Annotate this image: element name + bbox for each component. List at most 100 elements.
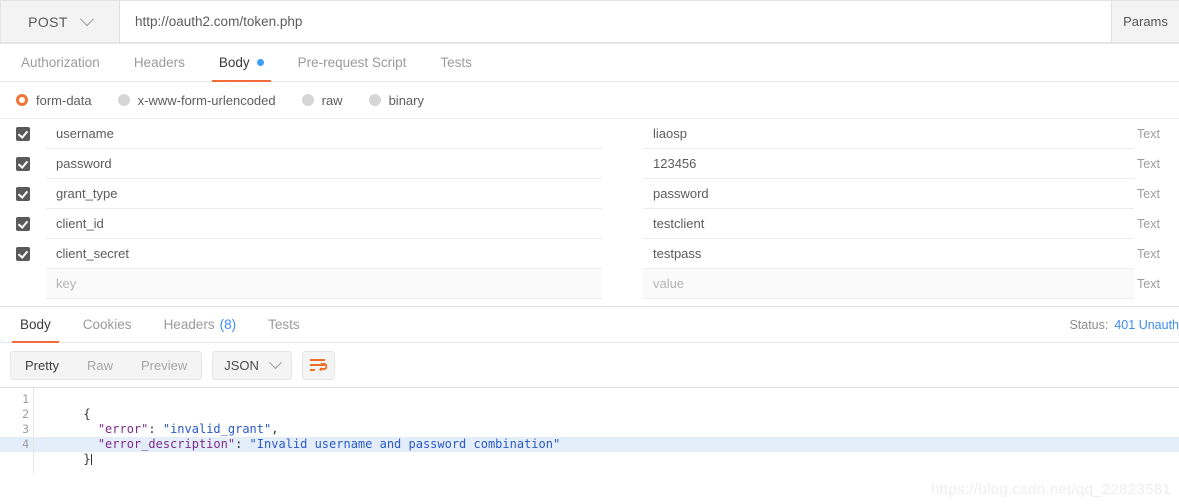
url-input[interactable]: http://oauth2.com/token.php [120, 0, 1111, 43]
row-value-input[interactable]: password [643, 179, 1134, 209]
column-gap [602, 179, 643, 209]
column-gap [602, 239, 643, 269]
row-type-label[interactable]: Text [1134, 239, 1179, 269]
url-bar: POST http://oauth2.com/token.php Params [0, 0, 1179, 44]
new-row-type-label[interactable]: Text [1134, 269, 1179, 299]
form-data-table: username liaosp Text password 123456 Tex… [0, 118, 1179, 299]
row-type-label[interactable]: Text [1134, 179, 1179, 209]
row-key-input[interactable]: client_id [46, 209, 602, 239]
row-key-input[interactable]: grant_type [46, 179, 602, 209]
table-row-new: key value Text [0, 269, 1179, 299]
tab-authorization[interactable]: Authorization [4, 44, 117, 81]
tab-tests[interactable]: Tests [423, 44, 489, 81]
code-token: { [83, 407, 91, 421]
tab-pre-request-script[interactable]: Pre-request Script [281, 44, 424, 81]
code-line: "error": "invalid_grant", [34, 407, 1179, 436]
radio-raw[interactable]: raw [301, 92, 343, 108]
response-tab-headers[interactable]: Headers (8) [148, 307, 253, 342]
row-key-input[interactable]: client_secret [46, 239, 602, 269]
line-number-text: 2 [22, 407, 29, 421]
column-gap [602, 209, 643, 239]
line-number: 3 [0, 422, 33, 437]
row-enable-checkbox[interactable] [0, 209, 46, 239]
response-tab-cookies[interactable]: Cookies [67, 307, 148, 342]
view-mode-segmented-control: Pretty Raw Preview [10, 350, 203, 380]
tab-body-label: Body [218, 55, 250, 70]
status-value: 401 Unauth [1114, 317, 1179, 332]
code-token: : [235, 437, 250, 451]
row-type-label[interactable]: Text [1134, 119, 1179, 149]
row-value-input[interactable]: testclient [643, 209, 1134, 239]
radio-selected-icon [16, 94, 28, 106]
tab-headers[interactable]: Headers [117, 44, 202, 81]
code-token: , [271, 422, 279, 436]
response-format-dropdown[interactable]: JSON [212, 350, 292, 380]
response-tab-tests[interactable]: Tests [252, 307, 316, 342]
pane-divider[interactable] [0, 299, 1179, 307]
tab-body[interactable]: Body [202, 44, 281, 82]
radio-x-www-form-urlencoded[interactable]: x-www-form-urlencoded [117, 92, 276, 108]
row-enable-checkbox[interactable] [0, 119, 46, 149]
code-token-key: "error" [97, 422, 149, 436]
radio-unselected-icon [117, 94, 130, 106]
line-number-text: 4 [22, 437, 29, 451]
watermark: https://blog.csdn.net/qq_22823581 [930, 481, 1171, 498]
tab-tests-label: Tests [440, 55, 472, 70]
row-enable-checkbox[interactable] [0, 239, 46, 269]
table-row: grant_type password Text [0, 179, 1179, 209]
chevron-down-icon [269, 355, 282, 369]
request-tab-bar: Authorization Headers Body Pre-request S… [0, 44, 1179, 82]
radio-raw-label: raw [321, 92, 343, 108]
row-value-input[interactable]: liaosp [643, 119, 1134, 149]
view-mode-raw[interactable]: Raw [73, 352, 127, 379]
new-row-value-input[interactable]: value [643, 269, 1134, 299]
response-tab-body[interactable]: Body [4, 307, 67, 343]
word-wrap-button[interactable] [301, 350, 335, 380]
line-number: 2 [0, 407, 33, 422]
row-type-label[interactable]: Text [1134, 149, 1179, 179]
code-token-string: "invalid_grant" [162, 422, 272, 436]
view-mode-pretty[interactable]: Pretty [11, 352, 73, 379]
view-mode-preview[interactable]: Preview [127, 352, 201, 379]
row-value-input[interactable]: testpass [643, 239, 1134, 269]
tab-authorization-label: Authorization [21, 55, 100, 70]
http-method-dropdown[interactable]: POST [0, 0, 120, 43]
response-body-code: 1 2 3 4 { "error": "invalid_grant", "err… [0, 387, 1179, 473]
table-row: password 123456 Text [0, 149, 1179, 179]
radio-form-data-label: form-data [36, 92, 92, 108]
response-tab-tests-label: Tests [268, 317, 300, 332]
radio-binary[interactable]: binary [368, 92, 424, 108]
line-number-text: 3 [22, 422, 29, 436]
response-format-label: JSON [224, 357, 259, 373]
radio-unselected-icon [368, 94, 381, 106]
radio-binary-label: binary [388, 92, 424, 108]
row-enable-checkbox[interactable] [0, 179, 46, 209]
radio-x-www-form-urlencoded-label: x-www-form-urlencoded [137, 92, 276, 108]
tab-headers-label: Headers [133, 55, 185, 70]
column-gap [602, 149, 643, 179]
response-view-toolbar: Pretty Raw Preview JSON [0, 343, 1179, 387]
table-row: client_secret testpass Text [0, 239, 1179, 269]
code-token: } [83, 452, 91, 466]
params-button[interactable]: Params [1111, 0, 1179, 43]
code-content[interactable]: { "error": "invalid_grant", "error_descr… [34, 388, 1179, 473]
row-type-label[interactable]: Text [1134, 209, 1179, 239]
status-badge: Status: 401 Unauth [1069, 307, 1179, 342]
response-tab-bar: Body Cookies Headers (8) Tests Status: 4… [0, 307, 1179, 343]
line-number-text: 1 [22, 392, 29, 406]
checkbox-checked-icon [16, 217, 30, 231]
row-enable-checkbox-empty [0, 269, 46, 299]
tab-pre-request-script-label: Pre-request Script [297, 55, 407, 70]
row-key-input[interactable]: password [46, 149, 602, 179]
row-value-input[interactable]: 123456 [643, 149, 1134, 179]
row-key-input[interactable]: username [46, 119, 602, 149]
new-row-key-input[interactable]: key [46, 269, 602, 299]
response-tab-cookies-label: Cookies [82, 317, 132, 332]
row-enable-checkbox[interactable] [0, 149, 46, 179]
radio-form-data[interactable]: form-data [16, 93, 92, 108]
response-headers-count: (8) [219, 317, 237, 332]
response-tab-headers-label: Headers [163, 317, 215, 332]
status-label: Status: [1069, 317, 1109, 332]
code-token-string: "Invalid username and password combinati… [249, 437, 561, 451]
